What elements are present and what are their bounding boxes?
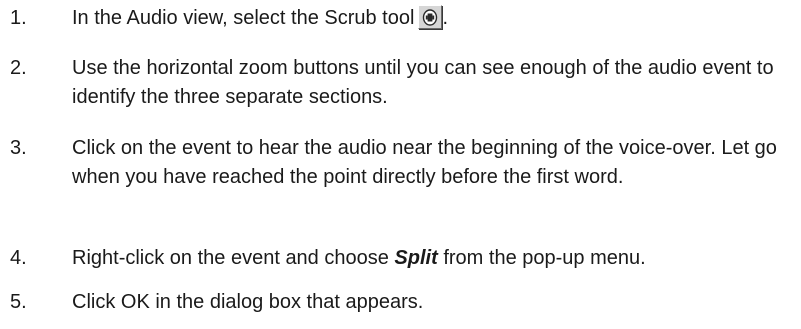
step-text-before: Right-click on the event and choose xyxy=(72,247,389,269)
scrub-tool-icon xyxy=(418,5,443,29)
step-text-after: from the pop-up menu. xyxy=(443,247,646,269)
step-number: 5. xyxy=(10,291,27,313)
step-number: 2. xyxy=(10,57,27,79)
step-text-after: . xyxy=(442,7,448,29)
step-number: 3. xyxy=(10,137,27,159)
step-text: In the Audio view, select the Scrub tool… xyxy=(72,4,800,33)
step-number: 1. xyxy=(10,7,27,29)
step-number: 4. xyxy=(10,247,27,269)
step-text: Right-click on the event and choose Spli… xyxy=(72,244,800,273)
step-text-before: In the Audio view, select the Scrub tool xyxy=(72,7,415,29)
step-text: Use the horizontal zoom buttons until yo… xyxy=(72,57,774,108)
step-text: Click OK in the dialog box that appears. xyxy=(72,291,424,313)
split-command-label: Split xyxy=(394,247,438,269)
step-text: Click on the event to hear the audio nea… xyxy=(72,137,777,188)
